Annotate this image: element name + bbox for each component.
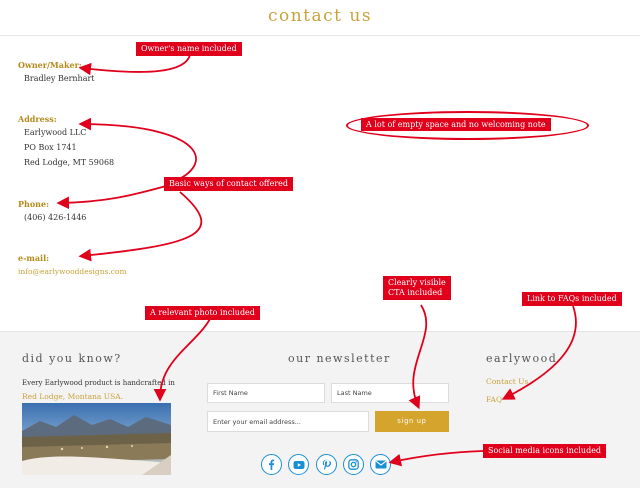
phone-label: Phone:: [18, 199, 50, 209]
email-icon[interactable]: [370, 454, 391, 475]
red-lodge-photo: [22, 403, 171, 475]
annotation-cta-line-1: Clearly visible: [388, 278, 446, 287]
email-link[interactable]: info@earlywooddesigns.com: [18, 267, 127, 276]
instagram-icon[interactable]: [343, 454, 364, 475]
annotation-social: Social media icons included: [483, 444, 607, 458]
last-name-input[interactable]: [331, 383, 449, 403]
annotation-empty-space: A lot of empty space and no welcoming no…: [361, 118, 551, 131]
address-label: Address:: [18, 114, 57, 124]
newsletter-heading: our newsletter: [288, 352, 391, 365]
address-line-3: Red Lodge, MT 59068: [24, 158, 115, 167]
sign-up-button[interactable]: sign up: [375, 411, 449, 432]
pinterest-icon[interactable]: [316, 454, 337, 475]
annotation-faq: Link to FAQs included: [522, 292, 622, 306]
youtube-icon[interactable]: [288, 454, 309, 475]
annotation-contact-ways: Basic ways of contact offered: [164, 177, 294, 191]
annotation-cta-line-2: CTA included: [388, 288, 443, 297]
email-label: e-mail:: [18, 253, 50, 263]
newsletter-email-input[interactable]: [207, 411, 369, 432]
contact-us-link[interactable]: Contact Us: [486, 377, 528, 386]
annotation-owner: Owner's name included: [136, 42, 242, 56]
first-name-input[interactable]: [207, 383, 325, 403]
phone-number: (406) 426-1446: [24, 213, 87, 222]
address-line-2: PO Box 1741: [24, 143, 77, 152]
red-lodge-link[interactable]: Red Lodge, Montana USA.: [22, 392, 123, 401]
annotation-photo: A relevant photo included: [145, 306, 260, 320]
did-you-know-text: Every Earlywood product is handcrafted i…: [22, 379, 175, 387]
faq-link[interactable]: FAQ: [486, 395, 502, 404]
owner-name: Bradley Bernhart: [24, 74, 95, 83]
page-title: contact us: [267, 6, 373, 26]
earlywood-heading: earlywood: [486, 352, 558, 365]
title-divider: [0, 35, 640, 36]
annotation-cta: Clearly visible CTA included: [383, 276, 451, 300]
address-line-1: Earlywood LLC: [24, 128, 87, 137]
owner-label: Owner/Maker:: [18, 60, 82, 70]
did-you-know-heading: did you know?: [22, 352, 122, 365]
facebook-icon[interactable]: [261, 454, 282, 475]
